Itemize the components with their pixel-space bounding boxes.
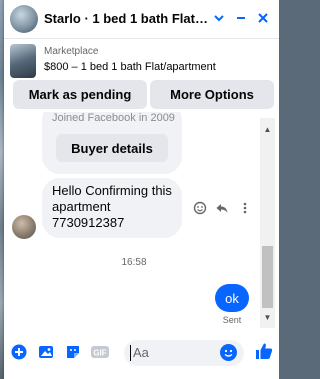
text-caret (130, 345, 131, 361)
scroll-up-icon[interactable]: ▲ (260, 124, 275, 134)
chat-header: Starlo · 1 bed 1 bath Flat/a... (4, 0, 279, 39)
message-status: Sent (222, 315, 242, 325)
seller-avatar[interactable] (10, 5, 38, 33)
gif-icon[interactable]: GIF (91, 343, 109, 361)
reply-icon[interactable] (213, 199, 231, 217)
sender-avatar[interactable] (12, 215, 36, 239)
scrollbar-thumb[interactable] (262, 246, 273, 308)
emoji-icon[interactable] (220, 344, 237, 361)
listing-subtitle[interactable]: $800 – 1 bed 1 bath Flat/apartment (44, 61, 216, 73)
photo-icon[interactable] (37, 343, 55, 361)
incoming-message-text: Hello Confirming this apartment 77309123… (52, 183, 172, 230)
listing-thumbnail[interactable] (10, 44, 36, 78)
buyer-joined-text: Joined Facebook in 2009 (52, 112, 175, 124)
scroll-down-icon[interactable]: ▼ (260, 312, 275, 322)
buyer-details-button[interactable]: Buyer details (56, 134, 168, 162)
message-timestamp: 16:58 (121, 257, 147, 268)
sticker-icon[interactable] (64, 343, 82, 361)
like-icon[interactable] (253, 340, 275, 362)
mark-as-pending-button[interactable]: Mark as pending (13, 80, 147, 109)
more-actions-icon[interactable] (236, 199, 254, 217)
chat-title[interactable]: Starlo · 1 bed 1 bath Flat/a... (44, 11, 210, 26)
outgoing-message-text: ok (225, 290, 239, 306)
message-input-placeholder: Aa (133, 345, 149, 360)
outgoing-message-bubble: ok (215, 284, 249, 312)
marketplace-label: Marketplace (44, 46, 99, 57)
plus-icon[interactable] (10, 343, 28, 361)
chevron-down-icon[interactable] (209, 8, 229, 28)
more-options-button[interactable]: More Options (150, 80, 274, 109)
close-icon[interactable] (253, 8, 273, 28)
chat-window: Starlo · 1 bed 1 bath Flat/a... Marketpl… (4, 0, 279, 379)
react-icon[interactable] (191, 199, 209, 217)
message-list: Joined Facebook in 2009 Buyer details He… (4, 112, 279, 337)
svg-text:GIF: GIF (93, 349, 106, 358)
minimize-icon[interactable] (231, 8, 251, 28)
